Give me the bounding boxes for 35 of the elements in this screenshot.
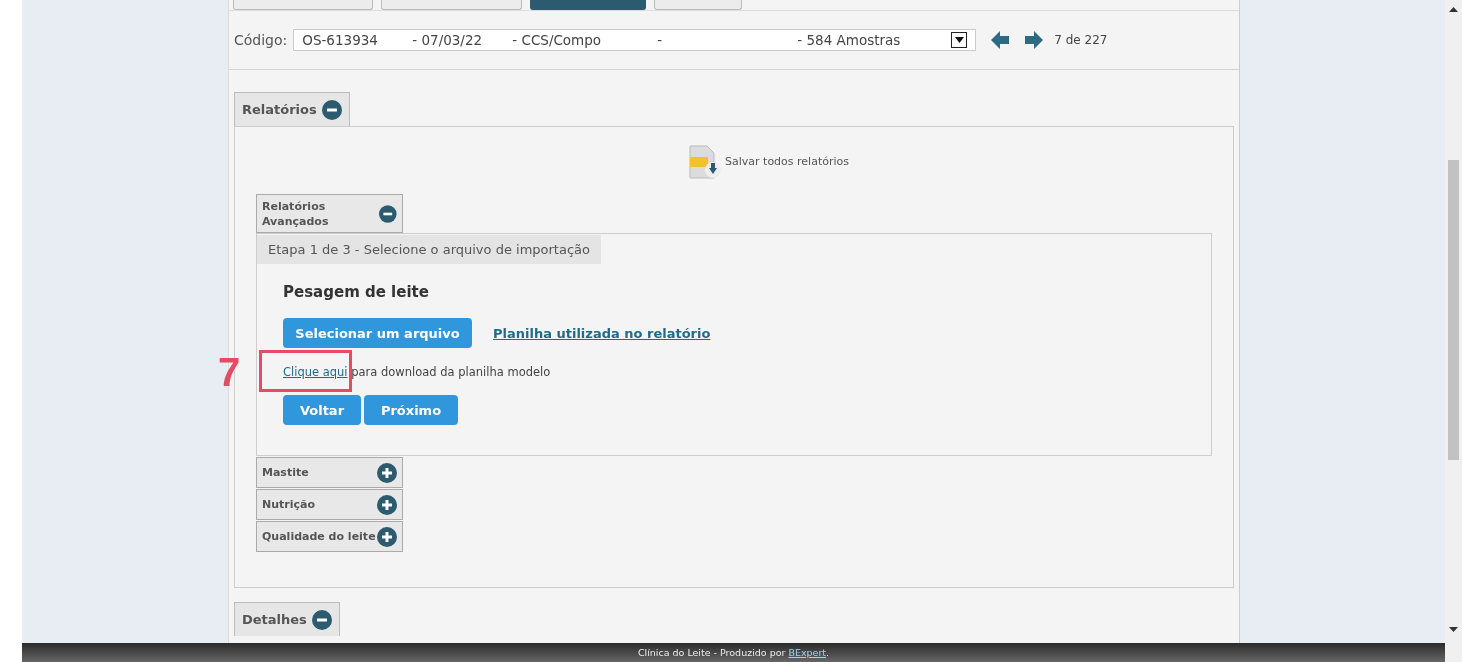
arrow-right-icon[interactable]: [1024, 30, 1045, 50]
expand-icon[interactable]: [377, 494, 397, 515]
collapse-icon[interactable]: [321, 99, 342, 120]
accordion-header[interactable]: Mastite: [256, 457, 403, 488]
sheet-link[interactable]: Planilha utilizada no relatório: [493, 325, 711, 341]
select-file-button[interactable]: Selecionar um arquivo: [283, 318, 472, 348]
scroll-thumb[interactable]: [1448, 160, 1459, 460]
collapse-icon[interactable]: [311, 609, 332, 630]
code-label: Código:: [234, 32, 288, 48]
nav-button[interactable]: Próximo: [364, 395, 458, 425]
scrollbar[interactable]: [1445, 0, 1462, 662]
caret-icon: [954, 37, 964, 43]
form-heading: Pesagem de leite: [283, 283, 430, 301]
download-link[interactable]: Clique aqui: [283, 365, 348, 379]
collapse-icon[interactable]: [379, 203, 397, 224]
accordion-header[interactable]: Nutrição: [256, 489, 403, 520]
code-select[interactable]: OS-613934 - 07/03/22 - CCS/Compo - - 584 Amostras: [293, 29, 977, 51]
accordion-header[interactable]: Qualidade do leite: [256, 521, 403, 552]
zip-download-icon[interactable]: [689, 144, 721, 179]
download-text: Clique aqui para download da planilha modelo: [283, 365, 552, 379]
section-tab[interactable]: Detalhes: [234, 602, 340, 636]
footer-text: Clínica do Leite - Produzido por BExpert.: [637, 647, 830, 658]
save-all-link[interactable]: Salvar todos relatórios: [725, 155, 849, 168]
scroll-down-icon[interactable]: [1449, 627, 1458, 632]
expand-icon[interactable]: [377, 526, 397, 547]
page-counter: 7 de 227: [1054, 33, 1108, 47]
expand-icon[interactable]: [377, 462, 397, 483]
section-tab[interactable]: Relatórios: [234, 92, 350, 126]
arrow-left-icon[interactable]: [990, 30, 1011, 50]
step-number: 7: [218, 350, 241, 394]
scroll-up-icon[interactable]: [1449, 7, 1458, 12]
nav-button[interactable]: Voltar: [283, 395, 361, 425]
accordion-header[interactable]: Relatórios Avançados: [256, 194, 403, 233]
dropdown-button[interactable]: [951, 32, 968, 48]
step-header: Etapa 1 de 3 - Selecione o arquivo de importação: [257, 235, 601, 264]
